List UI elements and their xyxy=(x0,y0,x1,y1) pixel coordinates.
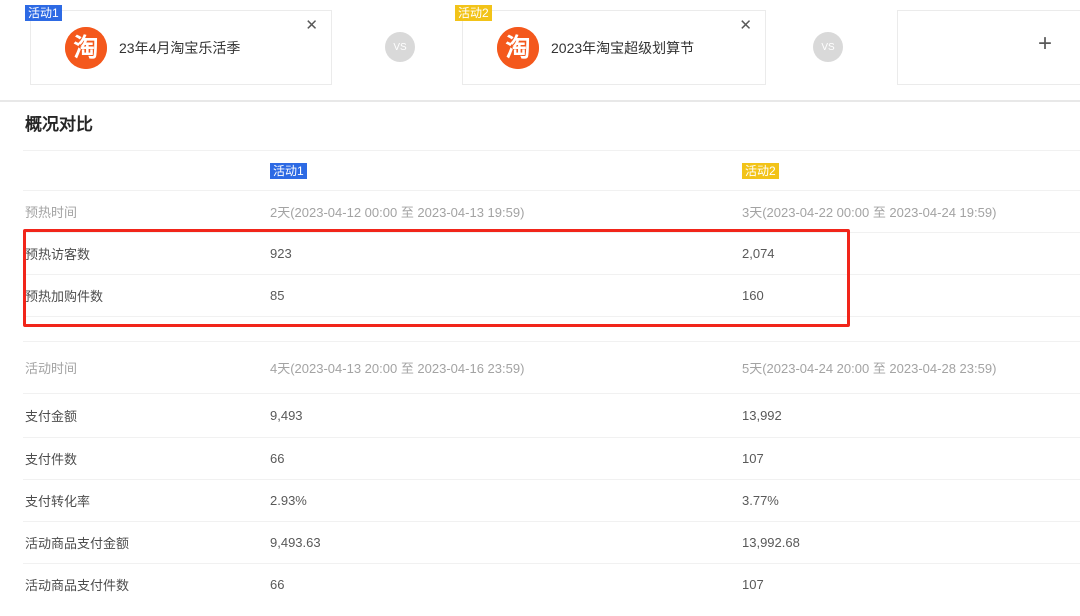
column-badge-activity1: 活动1 xyxy=(270,163,307,179)
activity2-name: 2023年淘宝超级划算节 xyxy=(551,11,694,84)
page-title: 概况对比 xyxy=(25,110,93,135)
row-value-activity1: 9,493 xyxy=(270,408,303,423)
row-label: 活动时间 xyxy=(23,358,77,377)
table-row: 预热时间 2天(2023-04-12 00:00 至 2023-04-13 19… xyxy=(23,190,1080,232)
column-badge-activity2: 活动2 xyxy=(742,163,779,179)
table-row: 预热加购件数 85 160 xyxy=(23,274,1080,316)
row-value-activity1: 2天(2023-04-12 00:00 至 2023-04-13 19:59) xyxy=(270,202,524,221)
row-label: 预热时间 xyxy=(23,202,77,221)
row-label: 活动商品支付金额 xyxy=(23,533,129,552)
overview-comparison-table: 活动1 活动2 预热时间 2天(2023-04-12 00:00 至 2023-… xyxy=(0,150,1080,605)
vs-icon: VS xyxy=(385,32,415,62)
row-value-activity2: 5天(2023-04-24 20:00 至 2023-04-28 23:59) xyxy=(742,358,996,377)
row-label: 预热加购件数 xyxy=(23,286,103,305)
table-row: 支付件数 66 107 xyxy=(23,437,1080,479)
table-row: 支付金额 9,493 13,992 xyxy=(23,393,1080,437)
row-value-activity1: 85 xyxy=(270,288,284,303)
row-value-activity2: 107 xyxy=(742,577,764,592)
plus-icon[interactable]: + xyxy=(1038,32,1052,56)
row-value-activity1: 66 xyxy=(270,451,284,466)
taobao-logo-icon: 淘 xyxy=(65,27,107,69)
add-activity-card[interactable] xyxy=(897,10,1080,85)
activity2-badge: 活动2 xyxy=(455,5,492,21)
row-label: 预热访客数 xyxy=(23,244,90,263)
table-section-gap xyxy=(23,316,1080,341)
row-value-activity1: 2.93% xyxy=(270,493,307,508)
row-value-activity2: 13,992 xyxy=(742,408,782,423)
table-row: 支付转化率 2.93% 3.77% xyxy=(23,479,1080,521)
header-divider xyxy=(0,100,1080,102)
table-row: 活动商品支付件数 66 107 xyxy=(23,563,1080,605)
table-header-row: 活动1 活动2 xyxy=(23,150,1080,190)
row-value-activity2: 160 xyxy=(742,288,764,303)
taobao-logo-icon: 淘 xyxy=(497,27,539,69)
close-icon[interactable]: ✕ xyxy=(305,18,318,33)
activity1-name: 23年4月淘宝乐活季 xyxy=(119,11,240,84)
row-value-activity2: 13,992.68 xyxy=(742,535,800,550)
table-row: 活动时间 4天(2023-04-13 20:00 至 2023-04-16 23… xyxy=(23,341,1080,393)
row-label: 支付转化率 xyxy=(23,491,90,510)
row-value-activity2: 2,074 xyxy=(742,246,775,261)
row-value-activity1: 4天(2023-04-13 20:00 至 2023-04-16 23:59) xyxy=(270,358,524,377)
row-value-activity1: 923 xyxy=(270,246,292,261)
row-value-activity1: 66 xyxy=(270,577,284,592)
table-row: 活动商品支付金额 9,493.63 13,992.68 xyxy=(23,521,1080,563)
row-value-activity2: 3.77% xyxy=(742,493,779,508)
row-value-activity2: 107 xyxy=(742,451,764,466)
close-icon[interactable]: ✕ xyxy=(739,18,752,33)
vs-icon: VS xyxy=(813,32,843,62)
row-label: 活动商品支付件数 xyxy=(23,575,129,594)
row-value-activity1: 9,493.63 xyxy=(270,535,321,550)
row-value-activity2: 3天(2023-04-22 00:00 至 2023-04-24 19:59) xyxy=(742,202,996,221)
activity1-card: 淘 23年4月淘宝乐活季 ✕ xyxy=(30,10,332,85)
row-label: 支付金额 xyxy=(23,406,77,425)
activity1-badge: 活动1 xyxy=(25,5,62,21)
activity2-card: 淘 2023年淘宝超级划算节 ✕ xyxy=(462,10,766,85)
row-label: 支付件数 xyxy=(23,449,77,468)
table-row: 预热访客数 923 2,074 xyxy=(23,232,1080,274)
